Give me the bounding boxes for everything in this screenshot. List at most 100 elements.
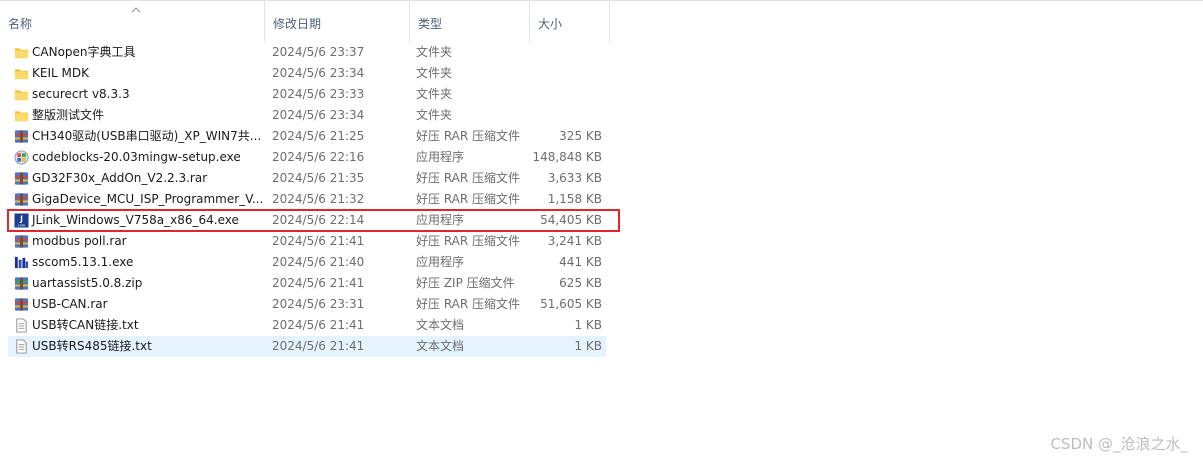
file-type: 好压 RAR 压缩文件 — [416, 129, 521, 143]
rar-archive-icon — [14, 234, 29, 249]
file-name: 整版测试文件 — [32, 108, 105, 122]
file-name: codeblocks-20.03mingw-setup.exe — [32, 150, 241, 164]
file-type: 文件夹 — [416, 87, 453, 101]
column-header-size-label: 大小 — [538, 17, 563, 31]
file-name-cell: KEIL MDK — [12, 63, 262, 84]
file-name-cell: J Link JLink_Windows_V758a_x86_64.exe — [12, 210, 262, 231]
zip-archive-icon — [14, 276, 29, 291]
file-size: 3,241 KB — [547, 234, 602, 248]
rar-archive-icon — [14, 192, 29, 207]
file-row[interactable]: 整版测试文件 2024/5/6 23:34 文件夹 — [8, 105, 606, 126]
file-name-cell: modbus poll.rar — [12, 231, 262, 252]
column-header-date[interactable]: 修改日期 — [265, 1, 410, 43]
column-header-type[interactable]: 类型 — [410, 1, 530, 43]
text-file-icon — [14, 318, 29, 333]
file-row[interactable]: uartassist5.0.8.zip 2024/5/6 21:41 好压 ZIP … — [8, 273, 606, 294]
file-date: 2024/5/6 21:41 — [272, 339, 365, 353]
file-date: 2024/5/6 21:41 — [272, 234, 365, 248]
file-row[interactable]: USB转RS485链接.txt 2024/5/6 21:41 文本文档 1 KB — [8, 336, 606, 357]
file-name: KEIL MDK — [32, 66, 89, 80]
file-date: 2024/5/6 21:35 — [272, 171, 365, 185]
rar-archive-icon — [14, 171, 29, 186]
file-size: 625 KB — [559, 276, 602, 290]
file-type: 应用程序 — [416, 150, 465, 164]
file-row[interactable]: GD32F30x_AddOn_V2.2.3.rar 2024/5/6 21:35 好… — [8, 168, 606, 189]
folder-icon — [14, 66, 29, 81]
file-date: 2024/5/6 22:14 — [272, 213, 365, 227]
file-date: 2024/5/6 21:25 — [272, 129, 365, 143]
file-name-cell: uartassist5.0.8.zip — [12, 273, 262, 294]
file-name: JLink_Windows_V758a_x86_64.exe — [32, 213, 239, 227]
file-date: 2024/5/6 21:40 — [272, 255, 365, 269]
file-date: 2024/5/6 21:41 — [272, 318, 365, 332]
file-name-cell: securecrt v8.3.3 — [12, 84, 262, 105]
column-header-bar: 名称 修改日期 类型 大小 — [0, 0, 1203, 43]
file-size: 3,633 KB — [547, 171, 602, 185]
watermark: CSDN @_沧浪之水_ — [1050, 435, 1188, 453]
file-name-cell: 整版测试文件 — [12, 105, 262, 126]
file-name: CANopen字典工具 — [32, 45, 136, 59]
file-name: modbus poll.rar — [32, 234, 127, 248]
file-date: 2024/5/6 21:41 — [272, 276, 365, 290]
file-size: 54,405 KB — [540, 213, 602, 227]
sscom-app-icon — [14, 255, 29, 270]
file-size: 51,605 KB — [540, 297, 602, 311]
file-name-cell: USB-CAN.rar — [12, 294, 262, 315]
svg-text:Link: Link — [18, 224, 27, 228]
file-name-cell: GigaDevice_MCU_ISP_Programmer_V... — [12, 189, 262, 210]
file-row[interactable]: KEIL MDK 2024/5/6 23:34 文件夹 — [8, 63, 606, 84]
file-size: 325 KB — [559, 129, 602, 143]
file-type: 好压 RAR 压缩文件 — [416, 192, 521, 206]
file-name-cell: CH340驱动(USB串口驱动)_XP_WIN7共... — [12, 126, 262, 147]
file-row[interactable]: J Link JLink_Windows_V758a_x86_64.exe 2024/… — [8, 210, 606, 231]
svg-text:J: J — [19, 214, 23, 223]
file-type: 文件夹 — [416, 45, 453, 59]
file-name-cell: GD32F30x_AddOn_V2.2.3.rar — [12, 168, 262, 189]
file-name: GigaDevice_MCU_ISP_Programmer_V... — [32, 192, 262, 206]
file-name-cell: CANopen字典工具 — [12, 42, 262, 63]
column-header-name[interactable]: 名称 — [0, 1, 265, 43]
file-name: GD32F30x_AddOn_V2.2.3.rar — [32, 171, 208, 185]
file-row[interactable]: codeblocks-20.03mingw-setup.exe 2024/5/6 … — [8, 147, 606, 168]
folder-icon — [14, 108, 29, 123]
file-row[interactable]: modbus poll.rar 2024/5/6 21:41 好压 RAR 压缩文件… — [8, 231, 606, 252]
file-date: 2024/5/6 23:34 — [272, 108, 365, 122]
file-date: 2024/5/6 23:37 — [272, 45, 365, 59]
file-name: USB转CAN链接.txt — [32, 318, 139, 332]
file-name-cell: codeblocks-20.03mingw-setup.exe — [12, 147, 262, 168]
file-type: 应用程序 — [416, 213, 465, 227]
file-name: securecrt v8.3.3 — [32, 87, 130, 101]
file-type: 文本文档 — [416, 339, 465, 353]
file-size: 1,158 KB — [547, 192, 602, 206]
file-type: 文件夹 — [416, 66, 453, 80]
file-type: 好压 RAR 压缩文件 — [416, 297, 521, 311]
file-name-cell: USB转CAN链接.txt — [12, 315, 262, 336]
file-type: 好压 ZIP 压缩文件 — [416, 276, 515, 290]
file-row[interactable]: securecrt v8.3.3 2024/5/6 23:33 文件夹 — [8, 84, 606, 105]
file-date: 2024/5/6 23:31 — [272, 297, 365, 311]
file-row[interactable]: CANopen字典工具 2024/5/6 23:37 文件夹 — [8, 42, 606, 63]
file-row[interactable]: sscom5.13.1.exe 2024/5/6 21:40 应用程序 441 KB — [8, 252, 606, 273]
rar-archive-icon — [14, 129, 29, 144]
file-name: USB转RS485链接.txt — [32, 339, 152, 353]
file-size: 1 KB — [574, 339, 602, 353]
file-row[interactable]: CH340驱动(USB串口驱动)_XP_WIN7共... 2024/5/6 21:… — [8, 126, 606, 147]
column-header-size[interactable]: 大小 — [530, 1, 610, 43]
file-type: 文本文档 — [416, 318, 465, 332]
file-name: uartassist5.0.8.zip — [32, 276, 143, 290]
file-type: 好压 RAR 压缩文件 — [416, 171, 521, 185]
file-row[interactable]: GigaDevice_MCU_ISP_Programmer_V... 2024/5… — [8, 189, 606, 210]
file-size: 441 KB — [559, 255, 602, 269]
jlink-app-icon: J Link — [14, 213, 29, 228]
folder-icon — [14, 45, 29, 60]
sort-ascending-icon — [131, 7, 141, 13]
file-name: USB-CAN.rar — [32, 297, 108, 311]
text-file-icon — [14, 339, 29, 354]
file-date: 2024/5/6 22:16 — [272, 150, 365, 164]
file-type: 好压 RAR 压缩文件 — [416, 234, 521, 248]
file-type: 应用程序 — [416, 255, 465, 269]
file-size: 148,848 KB — [532, 150, 602, 164]
file-row[interactable]: USB转CAN链接.txt 2024/5/6 21:41 文本文档 1 KB — [8, 315, 606, 336]
file-row[interactable]: USB-CAN.rar 2024/5/6 23:31 好压 RAR 压缩文件 51,6… — [8, 294, 606, 315]
file-size: 1 KB — [574, 318, 602, 332]
